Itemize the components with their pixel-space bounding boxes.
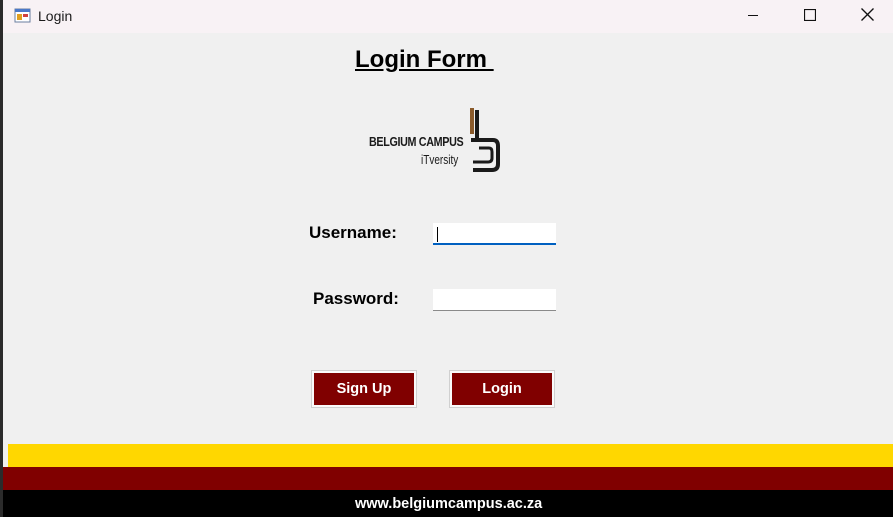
logo-mark-icon bbox=[470, 108, 500, 172]
sign-up-button[interactable]: Sign Up bbox=[311, 370, 417, 408]
password-input[interactable] bbox=[433, 289, 556, 311]
footer-stripe-yellow bbox=[8, 444, 893, 467]
logo-subtitle: iTversity bbox=[421, 153, 459, 167]
app-icon bbox=[14, 7, 31, 24]
minimize-icon bbox=[747, 8, 759, 26]
footer-stripe-maroon bbox=[3, 467, 893, 490]
password-label: Password: bbox=[313, 289, 399, 308]
username-input[interactable] bbox=[433, 223, 556, 245]
footer-website-url: www.belgiumcampus.ac.za bbox=[355, 496, 543, 512]
login-button[interactable]: Login bbox=[449, 370, 555, 408]
username-label: Username: bbox=[309, 223, 397, 242]
window-title: Login bbox=[38, 8, 73, 24]
minimize-button[interactable] bbox=[730, 0, 776, 33]
close-icon bbox=[860, 7, 874, 26]
maximize-button[interactable] bbox=[787, 0, 833, 33]
login-window: Login Login Form BELGIUM CAMPUS iTversit… bbox=[3, 0, 893, 517]
logo-name: BELGIUM CAMPUS bbox=[369, 135, 464, 149]
close-button[interactable] bbox=[844, 0, 890, 33]
maximize-icon bbox=[803, 8, 817, 26]
title-bar[interactable]: Login bbox=[3, 0, 893, 33]
belgium-campus-logo: BELGIUM CAMPUS iTversity bbox=[369, 104, 503, 174]
text-caret bbox=[437, 227, 438, 242]
form-title: Login Form bbox=[355, 46, 494, 73]
